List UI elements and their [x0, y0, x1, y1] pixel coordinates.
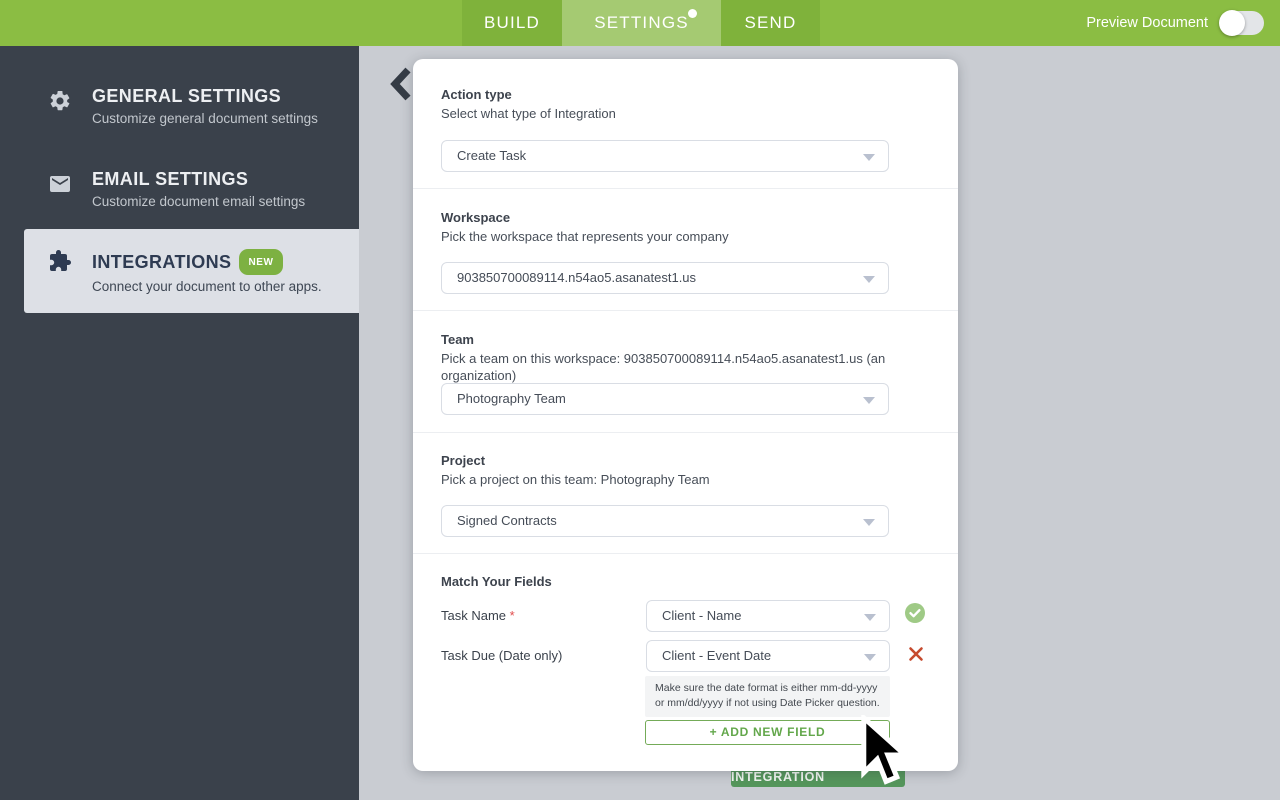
task-name-select[interactable]: Client - Name	[646, 600, 890, 632]
task-name-text: Task Name	[441, 608, 507, 623]
sidebar-item-subtitle: Connect your document to other apps.	[92, 279, 322, 294]
invalid-x-icon	[908, 646, 924, 667]
add-new-field-button[interactable]: + ADD NEW FIELD	[645, 720, 890, 745]
sidebar-item-title: EMAIL SETTINGS	[92, 169, 249, 189]
tab-strip: BUILD SETTINGS SEND	[462, 0, 820, 46]
sidebar-item-subtitle: Customize document email settings	[92, 194, 306, 209]
divider	[413, 432, 958, 433]
team-description: Pick a team on this workspace: 903850700…	[441, 351, 886, 383]
chevron-down-icon	[863, 154, 875, 161]
sidebar-item-text: GENERAL SETTINGS Customize general docum…	[92, 86, 318, 127]
action-type-description: Select what type of Integration	[441, 106, 616, 121]
gear-icon	[48, 89, 72, 113]
task-name-value: Client - Name	[662, 608, 742, 623]
puzzle-icon	[48, 249, 72, 295]
workspace-description: Pick the workspace that represents your …	[441, 229, 729, 244]
sidebar-item-title: INTEGRATIONS NEW	[92, 249, 322, 275]
sidebar-item-title: GENERAL SETTINGS	[92, 86, 282, 106]
tab-build[interactable]: BUILD	[462, 0, 562, 46]
project-label: Project	[441, 453, 486, 468]
sidebar-item-email-settings[interactable]: EMAIL SETTINGS Customize document email …	[48, 169, 347, 210]
divider	[413, 553, 958, 554]
match-fields-title: Match Your Fields	[441, 574, 552, 589]
sidebar-item-general-settings[interactable]: GENERAL SETTINGS Customize general docum…	[48, 86, 347, 127]
divider	[413, 310, 958, 311]
sidebar-item-integrations[interactable]: INTEGRATIONS NEW Connect your document to…	[24, 229, 359, 313]
tab-settings[interactable]: SETTINGS	[562, 0, 721, 46]
date-format-note: Make sure the date format is either mm-d…	[645, 676, 890, 717]
chevron-down-icon	[864, 614, 876, 621]
chevron-down-icon	[863, 276, 875, 283]
task-due-value: Client - Event Date	[662, 648, 772, 663]
preview-document-control: Preview Document	[1086, 0, 1264, 46]
chevron-down-icon	[864, 654, 876, 661]
project-description: Pick a project on this team: Photography…	[441, 472, 710, 487]
chevron-down-icon	[863, 397, 875, 404]
envelope-icon	[48, 172, 72, 196]
sidebar-item-subtitle: Customize general document settings	[92, 111, 318, 126]
action-type-value: Create Task	[457, 148, 527, 163]
divider	[413, 188, 958, 189]
chevron-left-icon	[388, 67, 414, 106]
action-type-label: Action type	[441, 87, 512, 102]
preview-document-label: Preview Document	[1086, 15, 1208, 31]
task-name-label: Task Name *	[441, 607, 515, 624]
sidebar-item-inner: INTEGRATIONS NEW Connect your document to…	[48, 249, 351, 295]
main-content: COMPLETE INTEGRATION Action type Select …	[359, 46, 1280, 800]
toggle-knob	[1219, 10, 1245, 36]
workspace-label: Workspace	[441, 210, 511, 225]
preview-document-toggle[interactable]	[1219, 10, 1264, 36]
top-bar: BUILD SETTINGS SEND Preview Document	[0, 0, 1280, 46]
team-label: Team	[441, 332, 474, 347]
mouse-cursor-icon	[858, 712, 912, 793]
workspace-value: 903850700089114.n54ao5.asanatest1.us	[457, 270, 697, 285]
project-value: Signed Contracts	[457, 513, 557, 528]
action-type-select[interactable]: Create Task	[441, 140, 889, 172]
team-value: Photography Team	[457, 391, 566, 406]
sidebar-item-text: INTEGRATIONS NEW Connect your document to…	[92, 249, 322, 295]
team-select[interactable]: Photography Team	[441, 383, 889, 415]
integration-settings-card: Action type Select what type of Integrat…	[413, 59, 958, 771]
back-button[interactable]	[388, 66, 414, 102]
task-due-select[interactable]: Client - Event Date	[646, 640, 890, 672]
task-due-label: Task Due (Date only)	[441, 648, 563, 663]
settings-sidebar: GENERAL SETTINGS Customize general docum…	[0, 46, 359, 800]
tab-settings-label: SETTINGS	[594, 13, 689, 32]
workspace-select[interactable]: 903850700089114.n54ao5.asanatest1.us	[441, 262, 889, 294]
required-asterisk: *	[509, 608, 515, 623]
app-window: BUILD SETTINGS SEND Preview Document GEN…	[0, 0, 1280, 800]
notification-dot-icon	[688, 9, 697, 18]
sidebar-item-text: EMAIL SETTINGS Customize document email …	[92, 169, 305, 210]
new-badge: NEW	[239, 249, 283, 275]
chevron-down-icon	[863, 519, 875, 526]
integrations-title: INTEGRATIONS	[92, 252, 232, 272]
tab-send[interactable]: SEND	[721, 0, 820, 46]
valid-check-icon	[905, 603, 925, 628]
project-select[interactable]: Signed Contracts	[441, 505, 889, 537]
